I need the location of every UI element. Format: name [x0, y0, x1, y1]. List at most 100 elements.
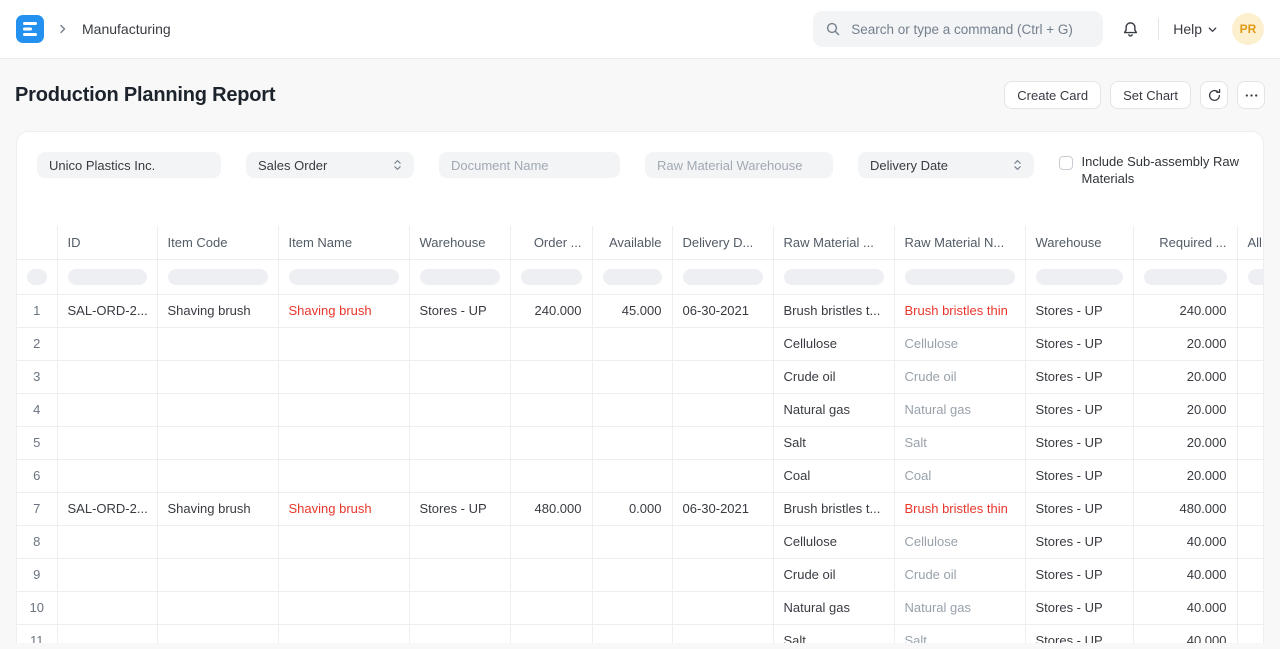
table-cell[interactable] — [510, 459, 592, 492]
column-header[interactable]: Warehouse — [409, 226, 510, 259]
table-cell[interactable]: 40.000 — [1133, 591, 1237, 624]
table-cell[interactable]: Salt — [773, 426, 894, 459]
table-cell[interactable] — [1237, 426, 1263, 459]
table-cell[interactable] — [409, 624, 510, 643]
table-cell[interactable]: 06-30-2021 — [672, 294, 773, 327]
table-cell[interactable]: Cellulose — [894, 327, 1025, 360]
table-cell[interactable]: Crude oil — [894, 360, 1025, 393]
table-cell[interactable] — [510, 393, 592, 426]
table-cell[interactable]: Brush bristles t... — [773, 294, 894, 327]
column-filter-input[interactable] — [905, 269, 1015, 285]
table-cell[interactable] — [1237, 525, 1263, 558]
table-cell[interactable]: Coal — [894, 459, 1025, 492]
table-cell[interactable]: Natural gas — [894, 393, 1025, 426]
table-cell[interactable]: Stores - UP — [1025, 459, 1133, 492]
table-cell[interactable] — [1237, 558, 1263, 591]
column-header[interactable]: Item Code — [157, 226, 278, 259]
table-cell[interactable] — [57, 558, 157, 591]
table-cell[interactable] — [510, 360, 592, 393]
table-cell[interactable]: Stores - UP — [1025, 591, 1133, 624]
table-cell[interactable] — [57, 591, 157, 624]
table-cell[interactable] — [672, 426, 773, 459]
table-cell[interactable] — [409, 591, 510, 624]
table-cell[interactable] — [157, 426, 278, 459]
table-cell[interactable] — [57, 459, 157, 492]
table-cell[interactable] — [1237, 492, 1263, 525]
table-cell[interactable]: 480.000 — [510, 492, 592, 525]
table-cell[interactable] — [57, 327, 157, 360]
column-header[interactable]: ID — [57, 226, 157, 259]
table-cell[interactable] — [672, 459, 773, 492]
table-cell[interactable] — [57, 360, 157, 393]
table-cell[interactable] — [510, 525, 592, 558]
table-cell[interactable] — [157, 393, 278, 426]
table-cell[interactable]: Salt — [894, 426, 1025, 459]
document-name-filter-input[interactable] — [439, 152, 620, 178]
table-cell[interactable]: Natural gas — [773, 591, 894, 624]
table-cell[interactable] — [409, 459, 510, 492]
table-cell[interactable] — [510, 624, 592, 643]
table-cell[interactable]: Stores - UP — [1025, 327, 1133, 360]
column-header[interactable]: Order ... — [510, 226, 592, 259]
table-cell[interactable] — [592, 327, 672, 360]
table-cell[interactable]: Brush bristles thin — [894, 492, 1025, 525]
table-cell[interactable] — [592, 558, 672, 591]
table-cell[interactable] — [1237, 360, 1263, 393]
table-cell[interactable] — [672, 393, 773, 426]
table-cell[interactable] — [409, 558, 510, 591]
table-cell[interactable] — [1237, 294, 1263, 327]
table-cell[interactable] — [157, 525, 278, 558]
table-cell[interactable]: Stores - UP — [1025, 294, 1133, 327]
table-cell[interactable]: Crude oil — [894, 558, 1025, 591]
table-cell[interactable]: Cellulose — [773, 525, 894, 558]
table-cell[interactable]: Stores - UP — [409, 492, 510, 525]
table-cell[interactable] — [672, 591, 773, 624]
table-cell[interactable]: Crude oil — [773, 360, 894, 393]
table-cell[interactable] — [1237, 624, 1263, 643]
row-number-cell[interactable]: 5 — [17, 426, 57, 459]
table-cell[interactable] — [672, 558, 773, 591]
raw-material-warehouse-filter-input[interactable] — [645, 152, 833, 178]
column-header[interactable]: Raw Material ... — [773, 226, 894, 259]
row-number-cell[interactable]: 9 — [17, 558, 57, 591]
table-cell[interactable] — [157, 360, 278, 393]
table-cell[interactable] — [592, 591, 672, 624]
table-cell[interactable] — [1237, 393, 1263, 426]
column-filter-input[interactable] — [68, 269, 147, 285]
table-cell[interactable] — [592, 393, 672, 426]
company-filter-input[interactable] — [37, 152, 221, 178]
table-cell[interactable]: 0.000 — [592, 492, 672, 525]
table-cell[interactable] — [1237, 591, 1263, 624]
table-cell[interactable] — [157, 459, 278, 492]
include-subassembly-checkbox[interactable] — [1059, 156, 1073, 170]
table-cell[interactable] — [57, 525, 157, 558]
table-cell[interactable] — [278, 426, 409, 459]
table-cell[interactable]: Stores - UP — [1025, 558, 1133, 591]
table-cell[interactable]: 240.000 — [1133, 294, 1237, 327]
table-cell[interactable]: 20.000 — [1133, 327, 1237, 360]
table-cell[interactable]: 40.000 — [1133, 558, 1237, 591]
sales-order-filter-select[interactable]: Sales Order — [246, 152, 414, 178]
table-cell[interactable] — [592, 525, 672, 558]
table-cell[interactable]: Brush bristles t... — [773, 492, 894, 525]
table-cell[interactable] — [409, 525, 510, 558]
column-filter-input[interactable] — [289, 269, 399, 285]
row-number-cell[interactable]: 1 — [17, 294, 57, 327]
table-cell[interactable]: Stores - UP — [1025, 624, 1133, 643]
table-cell[interactable]: 20.000 — [1133, 360, 1237, 393]
column-header[interactable]: Warehouse — [1025, 226, 1133, 259]
table-cell[interactable] — [409, 426, 510, 459]
table-cell[interactable] — [157, 624, 278, 643]
table-cell[interactable] — [409, 327, 510, 360]
table-cell[interactable]: 06-30-2021 — [672, 492, 773, 525]
column-header[interactable]: All — [1237, 226, 1263, 259]
table-cell[interactable] — [592, 624, 672, 643]
row-number-cell[interactable]: 10 — [17, 591, 57, 624]
table-cell[interactable]: 20.000 — [1133, 393, 1237, 426]
table-cell[interactable] — [672, 360, 773, 393]
row-number-cell[interactable]: 7 — [17, 492, 57, 525]
create-card-button[interactable]: Create Card — [1004, 81, 1101, 109]
table-cell[interactable]: Stores - UP — [409, 294, 510, 327]
row-number-cell[interactable]: 6 — [17, 459, 57, 492]
column-filter-input[interactable] — [1248, 269, 1264, 285]
